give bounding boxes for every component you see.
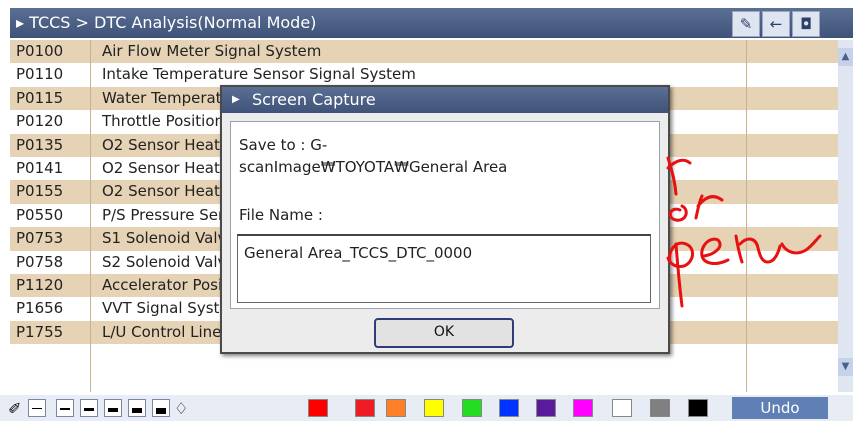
ok-button[interactable]: OK [374,318,514,348]
line-width-6-button[interactable] [152,399,170,417]
dtc-description: Intake Temperature Sensor Signal System [102,65,416,84]
color-swatch[interactable] [499,399,519,417]
dtc-row[interactable]: P0100 Air Flow Meter Signal System [10,40,838,64]
line-width-5-button[interactable] [128,399,146,417]
dtc-code: P0115 [16,88,64,107]
dtc-code: P0135 [16,135,64,154]
color-swatch[interactable] [688,399,708,417]
dtc-code: P0753 [16,229,64,248]
dtc-code: P0155 [16,182,64,201]
file-name-value: General Area_TCCS_DTC_0000 [244,244,473,262]
dtc-code: P1656 [16,299,64,318]
color-swatch[interactable] [536,399,556,417]
line-width-3-button[interactable] [80,399,98,417]
screen-capture-dialog: ▶ Screen Capture Save to : G- scanImage₩… [220,85,670,354]
dtc-code: P1755 [16,322,64,341]
scroll-down-icon[interactable]: ▼ [838,358,853,376]
file-name-field[interactable]: General Area_TCCS_DTC_0000 [237,234,651,303]
pencil-icon[interactable]: ✐ [8,399,26,418]
scrollbar[interactable]: ▲ ▼ [838,40,853,392]
dialog-body: Save to : G- scanImage₩TOYOTA₩General Ar… [230,121,660,309]
dtc-description: S2 Solenoid Valve [102,252,236,271]
dialog-title-bar: ▶ Screen Capture [222,87,668,113]
column-divider [90,40,91,392]
undo-button[interactable]: Undo [732,397,828,419]
camera-icon[interactable]: ◘ [792,11,820,37]
title-bar: ▸ TCCS > DTC Analysis(Normal Mode) ✎ ← ◘ [10,8,853,38]
line-width-1-button[interactable] [28,399,46,417]
color-swatch[interactable] [612,399,632,417]
dtc-row[interactable]: P0110 Intake Temperature Sensor Signal Sy… [10,63,838,87]
save-to-line-2: scanImage₩TOYOTA₩General Area [239,158,508,176]
drawing-toolbar: ✐ ♢ Undo [0,395,853,421]
dtc-description: Air Flow Meter Signal System [102,42,322,60]
color-swatch[interactable] [462,399,482,417]
color-swatch[interactable] [386,399,406,417]
save-to-path: Save to : G- scanImage₩TOYOTA₩General Ar… [239,134,639,178]
file-name-label: File Name : [239,206,323,224]
dialog-title: Screen Capture [252,90,376,109]
color-swatch[interactable] [355,399,375,417]
color-swatch[interactable] [424,399,444,417]
dialog-arrow-icon: ▶ [232,94,240,105]
dtc-code: P0141 [16,158,64,177]
dtc-code: P0110 [16,65,64,84]
line-width-4-button[interactable] [104,399,122,417]
dtc-description: S1 Solenoid Valve [102,229,236,248]
dtc-code: P0758 [16,252,64,271]
back-arrow-icon[interactable]: ← [762,11,790,37]
dtc-code: P0120 [16,112,64,131]
color-swatch[interactable] [573,399,593,417]
column-divider [746,40,747,392]
line-width-2-button[interactable] [56,399,74,417]
scroll-up-icon[interactable]: ▲ [838,48,853,66]
dtc-code: P1120 [16,275,64,294]
page-title: ▸ TCCS > DTC Analysis(Normal Mode) [16,13,317,32]
color-swatch[interactable] [650,399,670,417]
save-to-line-1: Save to : G- [239,136,328,154]
dtc-code: P0550 [16,205,64,224]
pen-icon[interactable]: ✎ [732,11,760,37]
dtc-code: P0100 [16,42,64,60]
fill-bucket-icon[interactable]: ♢ [174,399,192,418]
color-swatch[interactable] [308,399,328,417]
